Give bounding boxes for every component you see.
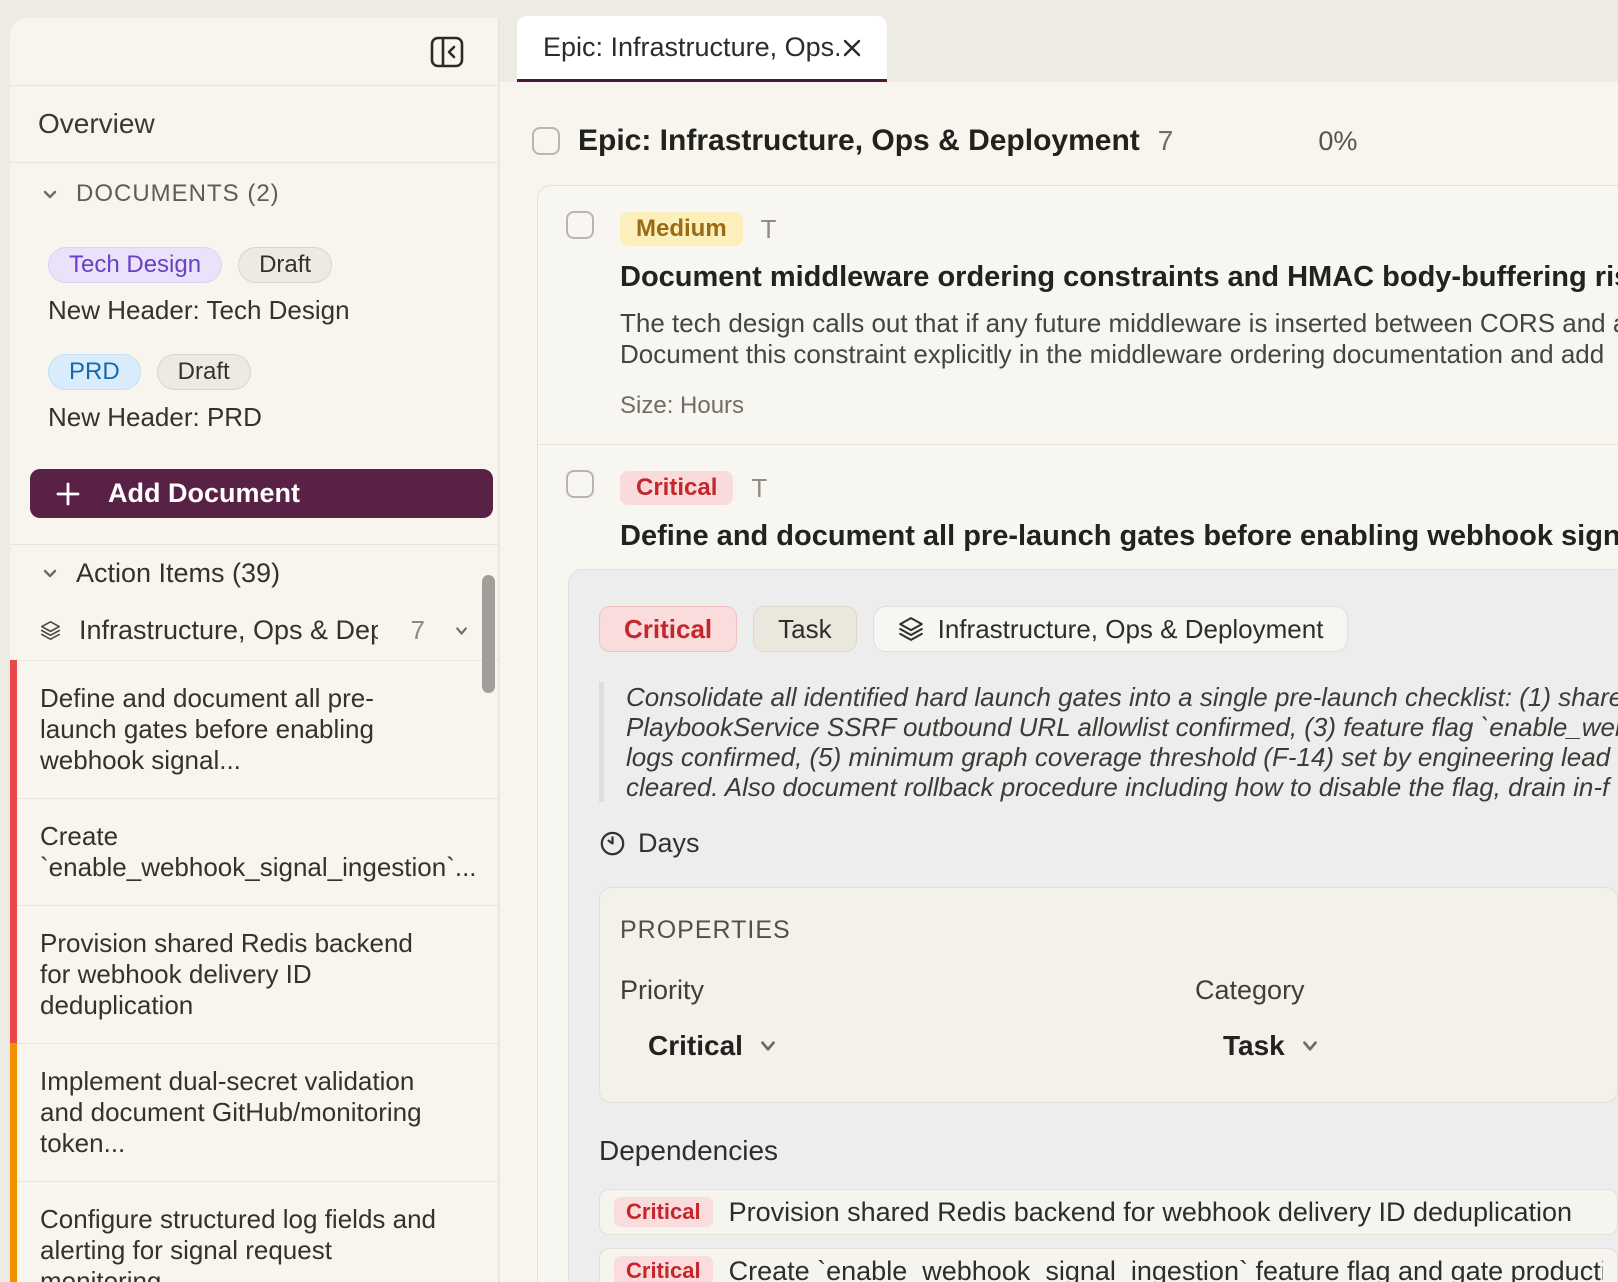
doc-type-badge: Tech Design bbox=[48, 247, 222, 283]
dependency-priority-badge: Critical bbox=[614, 1256, 713, 1282]
app-root: Overview DOCUMENTS (2) Tech Design Draft… bbox=[0, 0, 1618, 1282]
action-item-label: Configure structured log fields and aler… bbox=[40, 1204, 436, 1282]
category-dropdown[interactable]: Task bbox=[1195, 1030, 1597, 1062]
collapse-sidebar-icon bbox=[428, 33, 466, 71]
action-item[interactable]: Create `enable_webhook_signal_ingestion`… bbox=[10, 798, 498, 905]
group-pill[interactable]: Infrastructure, Ops & Deployment bbox=[873, 606, 1349, 652]
action-item[interactable]: Provision shared Redis backend for webho… bbox=[10, 905, 498, 1043]
doc-type-badge: PRD bbox=[48, 354, 141, 390]
action-item-label: Create `enable_webhook_signal_ingestion`… bbox=[40, 821, 477, 882]
document-item-prd[interactable]: PRD Draft New Header: PRD bbox=[10, 332, 498, 439]
priority-dropdown[interactable]: Critical bbox=[620, 1030, 1195, 1062]
documents-section-header[interactable]: DOCUMENTS (2) bbox=[10, 163, 498, 225]
chevron-down-icon bbox=[40, 563, 60, 583]
group-count: 7 bbox=[410, 615, 424, 646]
task-type-letter: T bbox=[751, 473, 767, 504]
task-checkbox[interactable] bbox=[566, 470, 594, 498]
overview-label: Overview bbox=[38, 108, 155, 140]
action-item[interactable]: Configure structured log fields and aler… bbox=[10, 1181, 498, 1282]
document-item-tech-design[interactable]: Tech Design Draft New Header: Tech Desig… bbox=[10, 225, 498, 332]
dependency-item[interactable]: Critical Provision shared Redis backend … bbox=[599, 1189, 1618, 1235]
duration-row: Days bbox=[599, 828, 1618, 859]
priority-accent-bar bbox=[10, 905, 17, 1043]
epic-progress: 0% bbox=[1318, 126, 1357, 157]
doc-title: New Header: PRD bbox=[48, 402, 470, 433]
detail-badges-row: Critical Task Infrastructure, Ops & Depl… bbox=[599, 606, 1618, 652]
dependency-label: Create `enable_webhook_signal_ingestion`… bbox=[729, 1256, 1603, 1282]
action-item-label: Implement dual-secret validation and doc… bbox=[40, 1066, 422, 1158]
dependency-item[interactable]: Critical Create `enable_webhook_signal_i… bbox=[599, 1248, 1618, 1282]
epic-checkbox[interactable] bbox=[532, 127, 560, 155]
duration-label: Days bbox=[638, 828, 700, 859]
action-items-section-header[interactable]: Action Items (39) bbox=[10, 545, 498, 601]
priority-accent-bar bbox=[10, 660, 17, 798]
category-pill[interactable]: Task bbox=[753, 606, 856, 652]
group-label: Infrastructure, Ops & Deploym... bbox=[79, 615, 378, 646]
group-pill-label: Infrastructure, Ops & Deployment bbox=[938, 614, 1324, 645]
layers-icon bbox=[40, 617, 61, 644]
epic-title: Epic: Infrastructure, Ops & Deployment bbox=[578, 124, 1140, 158]
priority-pill[interactable]: Critical bbox=[599, 606, 737, 652]
properties-header: PROPERTIES bbox=[620, 916, 1597, 945]
chevron-down-icon bbox=[453, 620, 470, 642]
doc-status-badge: Draft bbox=[238, 247, 332, 283]
category-field-label: Category bbox=[1195, 975, 1597, 1006]
tab-strip: Epic: Infrastructure, Ops... bbox=[500, 0, 1618, 82]
sidebar: Overview DOCUMENTS (2) Tech Design Draft… bbox=[10, 18, 499, 1282]
action-items-list: Define and document all pre-launch gates… bbox=[10, 660, 498, 1282]
action-item-label: Define and document all pre-launch gates… bbox=[40, 683, 374, 775]
priority-badge: Medium bbox=[620, 212, 743, 246]
priority-badge: Critical bbox=[620, 471, 733, 505]
task-description: The tech design calls out that if any fu… bbox=[620, 308, 1618, 370]
main-pane: Epic: Infrastructure, Ops... Epic: Infra… bbox=[500, 0, 1618, 1282]
doc-status-badge: Draft bbox=[157, 354, 251, 390]
epic-task-count: 7 bbox=[1158, 125, 1174, 157]
tab-epic-infrastructure[interactable]: Epic: Infrastructure, Ops... bbox=[517, 16, 887, 82]
sidebar-item-overview[interactable]: Overview bbox=[10, 86, 498, 162]
chevron-down-icon bbox=[1299, 1035, 1321, 1057]
action-items-header-label: Action Items (39) bbox=[76, 558, 280, 589]
priority-accent-bar bbox=[10, 1181, 17, 1282]
task-row-middleware[interactable]: Medium T Document middleware ordering co… bbox=[538, 186, 1618, 444]
task-title: Define and document all pre-launch gates… bbox=[620, 520, 1618, 553]
priority-accent-bar bbox=[10, 798, 17, 905]
task-card-container: Medium T Document middleware ordering co… bbox=[537, 185, 1618, 1282]
task-type-letter: T bbox=[761, 214, 777, 245]
close-icon[interactable] bbox=[839, 35, 865, 61]
add-document-label: Add Document bbox=[108, 478, 300, 509]
properties-box: PROPERTIES Priority Category Critical Ta… bbox=[599, 887, 1618, 1103]
action-items-group-row[interactable]: Infrastructure, Ops & Deploym... 7 bbox=[10, 601, 498, 660]
collapse-sidebar-button[interactable] bbox=[428, 33, 466, 71]
main-content: Epic: Infrastructure, Ops & Deployment 7… bbox=[500, 82, 1618, 1282]
priority-field-label: Priority bbox=[620, 975, 1195, 1006]
dependency-label: Provision shared Redis backend for webho… bbox=[729, 1197, 1572, 1228]
task-detail-panel: Critical Task Infrastructure, Ops & Depl… bbox=[568, 569, 1618, 1282]
sidebar-header bbox=[10, 18, 498, 85]
action-item-label: Provision shared Redis backend for webho… bbox=[40, 928, 413, 1020]
task-checkbox[interactable] bbox=[566, 211, 594, 239]
task-row-prelaunch-gates[interactable]: Critical T Define and document all pre-l… bbox=[538, 445, 1618, 553]
documents-header-label: DOCUMENTS (2) bbox=[76, 180, 280, 208]
add-document-button[interactable]: Add Document bbox=[30, 469, 493, 518]
task-title: Document middleware ordering constraints… bbox=[620, 261, 1618, 294]
plus-icon bbox=[54, 480, 82, 508]
priority-accent-bar bbox=[10, 1043, 17, 1181]
task-description-quote: Consolidate all identified hard launch g… bbox=[599, 682, 1618, 802]
epic-header: Epic: Infrastructure, Ops & Deployment 7… bbox=[532, 124, 1618, 158]
doc-title: New Header: Tech Design bbox=[48, 295, 470, 326]
dependency-priority-badge: Critical bbox=[614, 1197, 713, 1227]
action-item[interactable]: Define and document all pre-launch gates… bbox=[10, 660, 498, 798]
task-size-label: Size: Hours bbox=[620, 392, 1618, 420]
chevron-down-icon bbox=[40, 184, 60, 204]
dependencies-header: Dependencies bbox=[599, 1135, 1618, 1167]
action-item[interactable]: Implement dual-secret validation and doc… bbox=[10, 1043, 498, 1181]
tab-title: Epic: Infrastructure, Ops... bbox=[543, 32, 839, 63]
chevron-down-icon bbox=[757, 1035, 779, 1057]
layers-icon bbox=[898, 616, 924, 642]
sidebar-scrollbar-thumb[interactable] bbox=[482, 575, 495, 693]
clock-icon bbox=[599, 830, 626, 857]
